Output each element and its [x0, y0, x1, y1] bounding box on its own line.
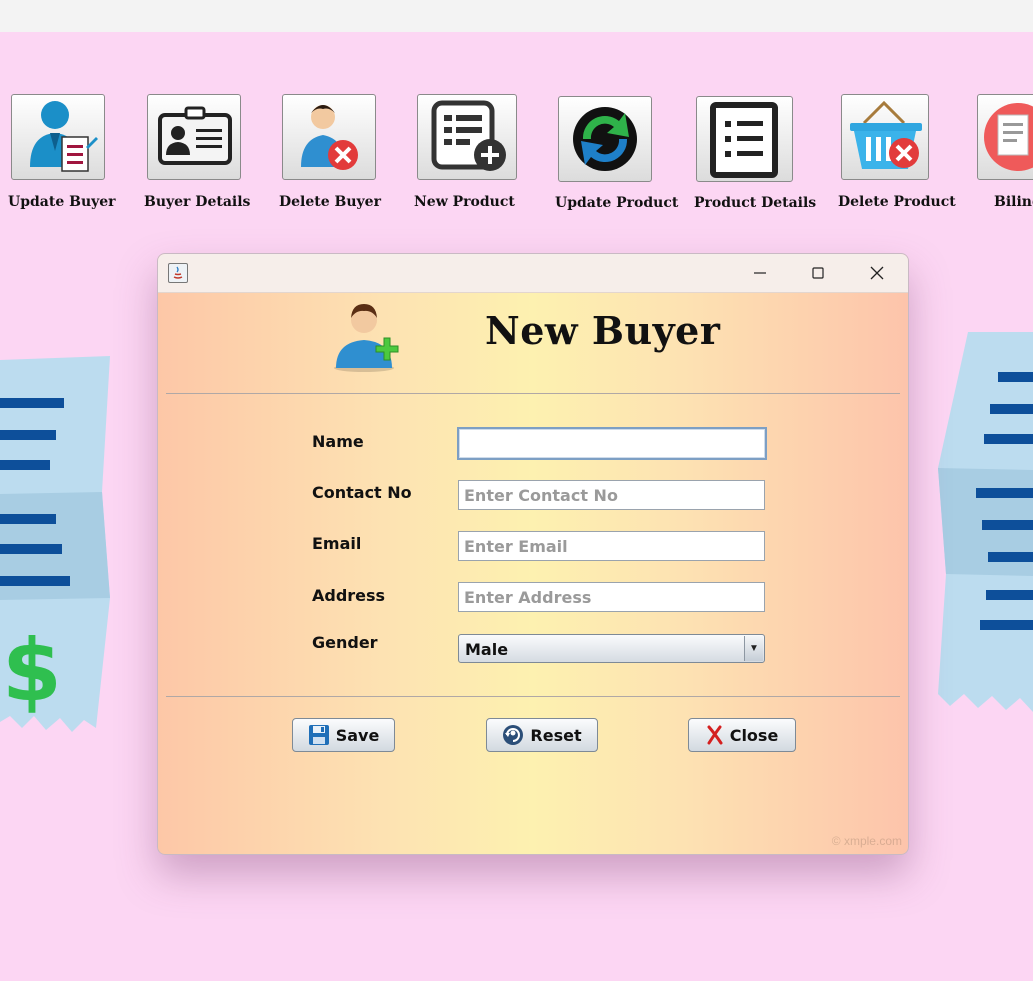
- billing-button[interactable]: [977, 94, 1033, 180]
- close-icon: [870, 266, 884, 280]
- reset-button-label: Reset: [530, 725, 582, 745]
- toolbar-label: Buyer Details: [144, 194, 251, 210]
- minimize-button[interactable]: [731, 254, 789, 292]
- receipt-left-illustration: $: [0, 356, 110, 732]
- reset-icon: [503, 725, 524, 745]
- buyer-details-button[interactable]: [147, 94, 241, 180]
- name-label: Name: [312, 432, 364, 451]
- gender-label: Gender: [312, 633, 378, 652]
- new-product-button[interactable]: [417, 94, 517, 180]
- delete-basket-icon: [850, 100, 922, 169]
- toolbar-label: Update Buyer: [8, 194, 116, 210]
- name-field[interactable]: [457, 427, 767, 460]
- minimize-icon: [754, 272, 766, 274]
- dollar-sign-icon: $: [2, 621, 62, 721]
- email-label: Email: [312, 534, 362, 553]
- java-app-icon: [168, 263, 188, 283]
- save-button-label: Save: [335, 725, 380, 745]
- dialog-titlebar: [158, 254, 908, 293]
- add-user-icon: [334, 304, 399, 372]
- list-icon: [710, 102, 778, 178]
- maximize-button[interactable]: [789, 254, 847, 292]
- toolbar-label: Biling: [994, 194, 1033, 210]
- toolbar-label: Product Details: [694, 195, 817, 211]
- update-product-button[interactable]: [558, 96, 652, 182]
- toolbar-label: Delete Buyer: [279, 194, 381, 210]
- toolbar-label: Delete Product: [838, 194, 956, 210]
- close-button[interactable]: Close: [688, 718, 796, 752]
- divider: [166, 696, 900, 697]
- product-details-button[interactable]: [696, 96, 793, 182]
- toolbar-label: New Product: [414, 194, 515, 210]
- address-label: Address: [312, 586, 386, 605]
- maximize-icon: [812, 267, 824, 279]
- contact-no-label: Contact No: [312, 483, 412, 502]
- dropdown-arrow-icon[interactable]: ▼: [744, 636, 763, 661]
- floppy-disk-icon: [308, 725, 329, 745]
- window-close-button[interactable]: [848, 254, 906, 292]
- new-buyer-dialog: New Buyer Name Contact No Email Address …: [157, 253, 909, 855]
- billing-icon: [984, 103, 1033, 171]
- receipt-right-illustration: [938, 332, 1033, 712]
- delete-product-button[interactable]: [841, 94, 929, 180]
- gender-selected-value: Male: [465, 640, 509, 659]
- delete-user-icon: [301, 105, 358, 170]
- delete-buyer-button[interactable]: [282, 94, 376, 180]
- gender-select[interactable]: Male ▼: [458, 634, 765, 663]
- email-field[interactable]: [458, 531, 765, 561]
- dialog-heading: New Buyer: [485, 308, 721, 353]
- address-field[interactable]: [458, 582, 765, 612]
- top-strip: [0, 0, 1033, 32]
- update-buyer-icon: [30, 101, 98, 172]
- contact-no-field[interactable]: [458, 480, 765, 510]
- red-x-icon: [707, 725, 723, 745]
- toolbar-label: Update Product: [555, 195, 679, 211]
- watermark: © xmple.com: [831, 834, 902, 848]
- id-card-icon: [158, 106, 232, 165]
- close-button-label: Close: [729, 725, 779, 745]
- save-button[interactable]: Save: [292, 718, 395, 752]
- reset-button[interactable]: Reset: [486, 718, 598, 752]
- new-product-icon: [431, 100, 506, 171]
- update-buyer-button[interactable]: [11, 94, 105, 180]
- divider: [166, 393, 900, 394]
- refresh-icon: [573, 107, 637, 171]
